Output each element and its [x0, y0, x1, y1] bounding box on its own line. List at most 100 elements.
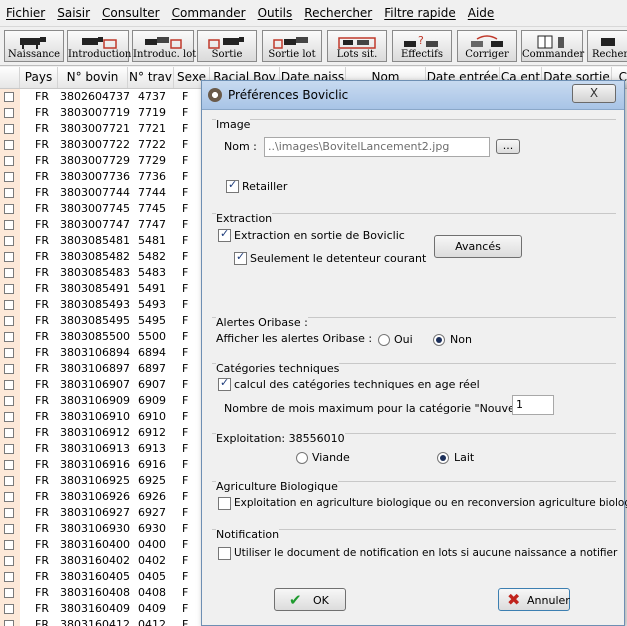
header-pays[interactable]: Pays: [20, 67, 58, 88]
cell-sexe: F: [182, 138, 189, 151]
row-checkbox[interactable]: [4, 476, 14, 486]
sortie-lot-button[interactable]: Sortie lot: [262, 30, 322, 62]
menu-commander[interactable]: Commander: [166, 6, 252, 20]
row-checkbox[interactable]: [4, 364, 14, 374]
menu-aide[interactable]: Aide: [462, 6, 501, 20]
calcul-age-checkbox[interactable]: [218, 376, 231, 391]
row-checkbox[interactable]: [4, 300, 14, 310]
avances-button[interactable]: Avancés: [434, 235, 522, 258]
ok-button[interactable]: ✔ OK: [274, 588, 346, 611]
cell-pays: FR: [35, 122, 49, 135]
row-checkbox[interactable]: [4, 428, 14, 438]
row-checkbox[interactable]: [4, 140, 14, 150]
header-trav[interactable]: N° trav: [128, 67, 174, 88]
cows-fence-icon: [145, 37, 182, 49]
calcul-age-label: calcul des catégories techniques en age …: [234, 378, 480, 391]
row-checkbox[interactable]: [4, 460, 14, 470]
row-checkbox[interactable]: [4, 572, 14, 582]
corriger-button[interactable]: Corriger: [457, 30, 517, 62]
cell-trav: 6894: [138, 346, 166, 359]
close-button[interactable]: X: [572, 84, 616, 103]
cell-trav: 5483: [138, 266, 166, 279]
cell-sexe: F: [182, 250, 189, 263]
row-checkbox[interactable]: [4, 348, 14, 358]
cell-trav: 6927: [138, 506, 166, 519]
row-checkbox[interactable]: [4, 332, 14, 342]
cell-bovin: 3803085483: [60, 266, 130, 279]
extraction-sortie-checkbox[interactable]: [218, 227, 231, 242]
section-bio-title: Agriculture Biologique: [216, 480, 338, 493]
cell-bovin: 3802604737: [60, 90, 130, 103]
retailler-checkbox[interactable]: [226, 178, 239, 193]
row-checkbox[interactable]: [4, 380, 14, 390]
cell-bovin: 3803085500: [60, 330, 130, 343]
alertes-non-radio[interactable]: [433, 334, 445, 346]
cell-sexe: F: [182, 602, 189, 615]
introduc-lot-button[interactable]: Introduc. lot: [132, 30, 196, 62]
cell-pays: FR: [35, 330, 49, 343]
lait-radio[interactable]: [437, 452, 449, 464]
header-bovin[interactable]: N° bovin: [58, 67, 128, 88]
menu-fichier[interactable]: Fichier: [0, 6, 51, 20]
sortie-button[interactable]: Sortie: [197, 30, 257, 62]
cell-trav: 0409: [138, 602, 166, 615]
row-checkbox[interactable]: [4, 124, 14, 134]
row-checkbox[interactable]: [4, 508, 14, 518]
row-checkbox[interactable]: [4, 236, 14, 246]
viande-radio[interactable]: [296, 452, 308, 464]
row-checkbox[interactable]: [4, 540, 14, 550]
cell-trav: 6912: [138, 426, 166, 439]
annuler-button[interactable]: ✖ Annuler: [498, 588, 570, 611]
notification-checkbox[interactable]: [218, 547, 231, 560]
row-checkbox[interactable]: [4, 412, 14, 422]
browse-button[interactable]: ...: [496, 139, 520, 154]
alertes-oui-radio[interactable]: [378, 334, 390, 346]
row-checkbox[interactable]: [4, 444, 14, 454]
row-checkbox[interactable]: [4, 396, 14, 406]
row-checkbox[interactable]: [4, 220, 14, 230]
row-checkbox[interactable]: [4, 492, 14, 502]
lots-sit-button[interactable]: Lots sit.: [327, 30, 387, 62]
svg-text:?: ?: [418, 34, 424, 47]
row-checkbox[interactable]: [4, 188, 14, 198]
row-checkbox[interactable]: [4, 92, 14, 102]
cell-bovin: 3803106927: [60, 506, 130, 519]
menu-saisir[interactable]: Saisir: [51, 6, 96, 20]
row-checkbox[interactable]: [4, 604, 14, 614]
row-checkbox[interactable]: [4, 156, 14, 166]
row-checkbox[interactable]: [4, 172, 14, 182]
cell-trav: 4737: [138, 90, 166, 103]
row-checkbox[interactable]: [4, 588, 14, 598]
row-checkbox[interactable]: [4, 556, 14, 566]
detenteur-checkbox[interactable]: [234, 250, 247, 265]
bio-checkbox[interactable]: [218, 497, 231, 510]
row-checkbox[interactable]: [4, 284, 14, 294]
effectifs-button[interactable]: ? Effectifs: [392, 30, 452, 62]
cell-trav: 7722: [138, 138, 166, 151]
alertes-oui-label: Oui: [394, 333, 413, 346]
row-checkbox[interactable]: [4, 524, 14, 534]
cancel-x-icon: ✖: [507, 590, 521, 609]
cell-bovin: 3803007736: [60, 170, 130, 183]
menu-consulter[interactable]: Consulter: [96, 6, 166, 20]
menu-rechercher[interactable]: Rechercher: [298, 6, 378, 20]
cell-pays: FR: [35, 266, 49, 279]
row-checkbox[interactable]: [4, 252, 14, 262]
cell-pays: FR: [35, 554, 49, 567]
cow-exit-icon: [208, 37, 244, 49]
rechercher-button[interactable]: Recher: [587, 30, 627, 62]
commander-button[interactable]: Commander: [521, 30, 584, 62]
row-checkbox[interactable]: [4, 108, 14, 118]
menu-outils[interactable]: Outils: [252, 6, 299, 20]
nom-input[interactable]: ..\images\BovitelLancement2.jpg: [264, 137, 490, 157]
menu-filtre-rapide[interactable]: Filtre rapide: [378, 6, 462, 20]
cell-bovin: 3803085493: [60, 298, 130, 311]
naissance-button[interactable]: Naissance: [4, 30, 64, 62]
row-checkbox[interactable]: [4, 316, 14, 326]
row-checkbox[interactable]: [4, 204, 14, 214]
row-checkbox[interactable]: [4, 268, 14, 278]
row-checkbox[interactable]: [4, 620, 14, 626]
nouveau-ne-input[interactable]: 1: [512, 395, 554, 415]
introduction-button[interactable]: Introduction: [67, 30, 131, 62]
lait-label: Lait: [454, 451, 475, 464]
